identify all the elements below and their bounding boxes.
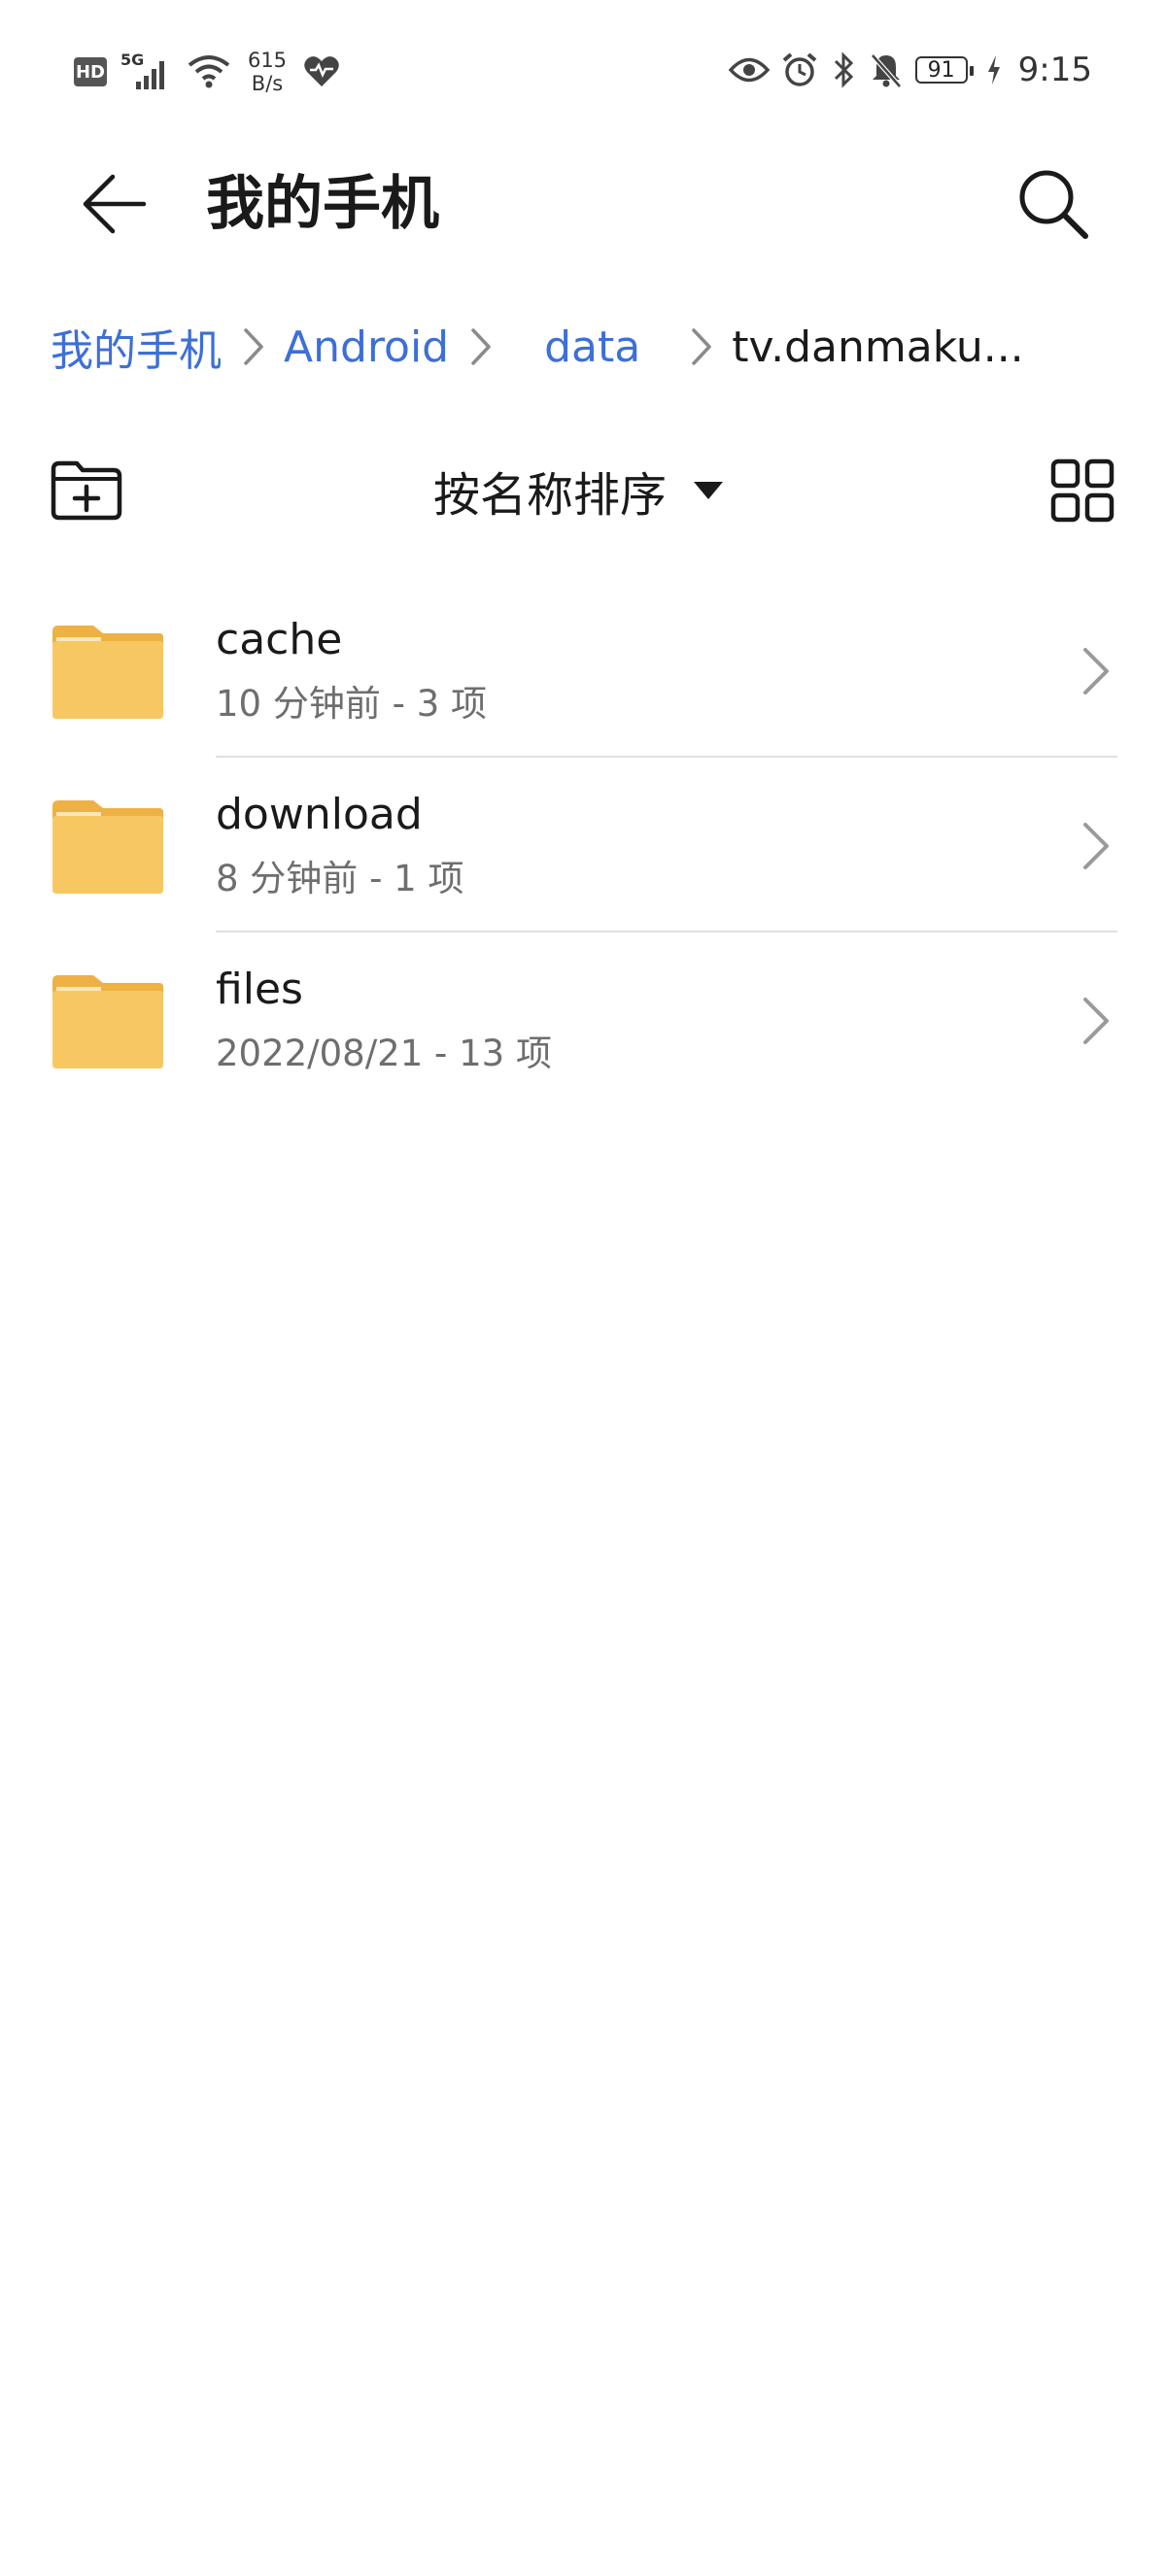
chevron-right-icon bbox=[1077, 643, 1115, 699]
eye-icon bbox=[728, 57, 770, 83]
chevron-right-icon bbox=[243, 327, 264, 366]
charging-icon bbox=[987, 55, 1000, 85]
wifi-icon bbox=[188, 55, 230, 88]
caret-down-icon bbox=[694, 482, 724, 499]
hd-icon: HD bbox=[74, 57, 107, 86]
file-name: cache bbox=[216, 615, 343, 664]
sort-label: 按名称排序 bbox=[433, 468, 668, 523]
breadcrumb-item-current: tv.danmaku... bbox=[732, 322, 1024, 372]
net-speed-value: 615 bbox=[247, 49, 288, 72]
net-speed-unit: B/s bbox=[251, 72, 284, 95]
search-button[interactable] bbox=[1009, 159, 1098, 249]
breadcrumb-item-my-phone[interactable]: 我的手机 bbox=[51, 316, 222, 378]
file-meta: 10 分钟前 - 3 项 bbox=[216, 683, 488, 725]
bluetooth-icon bbox=[834, 51, 853, 88]
alarm-icon bbox=[782, 52, 816, 86]
list-item[interactable]: cache 10 分钟前 - 3 项 bbox=[0, 583, 1166, 758]
battery-icon: 91 bbox=[914, 56, 974, 84]
status-bar: HD 5G 615 B/s 91 9:15 bbox=[0, 0, 1166, 146]
page-title: 我的手机 bbox=[206, 170, 439, 238]
chevron-right-icon bbox=[470, 327, 492, 366]
status-bar-right: 91 9:15 bbox=[728, 51, 1092, 89]
folder-icon bbox=[52, 626, 163, 719]
file-list: cache 10 分钟前 - 3 项 download 8 分钟前 - 1 项 … bbox=[0, 583, 1166, 1107]
list-item[interactable]: download 8 分钟前 - 1 项 bbox=[0, 758, 1166, 932]
file-name: files bbox=[216, 965, 303, 1014]
mute-bell-icon bbox=[870, 53, 902, 88]
new-folder-button[interactable] bbox=[49, 456, 124, 525]
search-icon bbox=[1019, 170, 1088, 239]
folder-icon bbox=[52, 800, 163, 894]
file-meta: 8 分钟前 - 1 项 bbox=[216, 858, 464, 899]
app-header: 我的手机 bbox=[0, 146, 1166, 262]
back-button[interactable] bbox=[70, 159, 159, 249]
clock: 9:15 bbox=[1017, 51, 1092, 89]
battery-level: 91 bbox=[927, 57, 955, 83]
breadcrumb: 我的手机 Android data tv.danmaku... bbox=[51, 313, 1024, 381]
list-item[interactable]: files 2022/08/21 - 13 项 bbox=[0, 932, 1166, 1107]
chevron-right-icon bbox=[691, 327, 712, 366]
status-bar-left: HD 5G 615 B/s bbox=[74, 49, 340, 95]
folder-icon bbox=[52, 975, 163, 1068]
chevron-right-icon bbox=[1077, 993, 1115, 1049]
chevron-right-icon bbox=[1077, 818, 1115, 874]
breadcrumb-item-data[interactable]: data bbox=[544, 322, 640, 372]
grid-view-icon bbox=[1050, 458, 1115, 523]
breadcrumb-item-android[interactable]: Android bbox=[284, 322, 449, 372]
arrow-left-icon bbox=[83, 174, 147, 234]
file-meta: 2022/08/21 - 13 项 bbox=[216, 1033, 552, 1074]
file-name: download bbox=[216, 790, 423, 839]
toolbar: 按名称排序 bbox=[0, 442, 1166, 539]
sort-dropdown[interactable]: 按名称排序 bbox=[433, 458, 725, 524]
net-speed: 615 B/s bbox=[245, 49, 290, 95]
heart-rate-icon bbox=[304, 56, 339, 86]
grid-view-button[interactable] bbox=[1047, 456, 1117, 525]
new-folder-icon bbox=[51, 460, 122, 521]
signal-5g-icon: 5G bbox=[120, 51, 173, 93]
